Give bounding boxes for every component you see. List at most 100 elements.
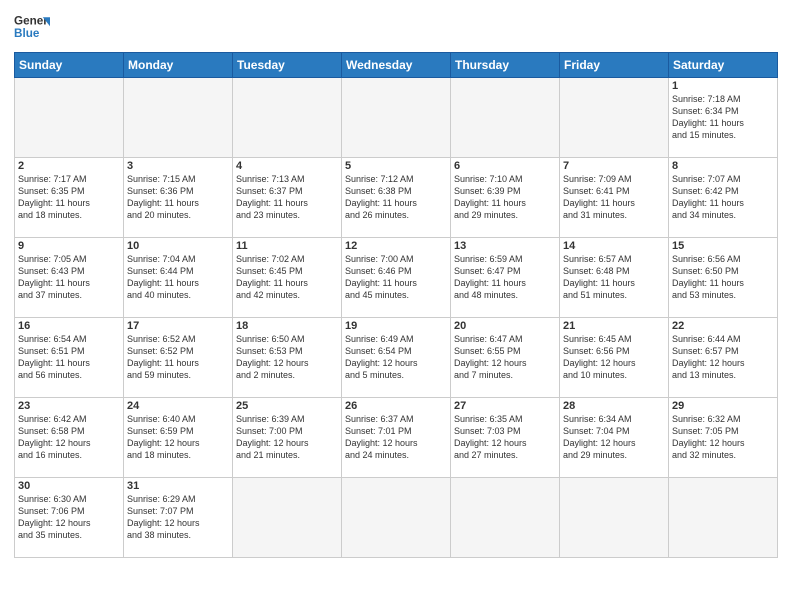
- day-info: Sunrise: 7:13 AM Sunset: 6:37 PM Dayligh…: [236, 173, 338, 222]
- day-number: 13: [454, 240, 556, 252]
- day-header-saturday: Saturday: [669, 53, 778, 78]
- svg-text:General: General: [14, 14, 50, 27]
- day-info: Sunrise: 6:40 AM Sunset: 6:59 PM Dayligh…: [127, 413, 229, 462]
- calendar-cell: [342, 478, 451, 558]
- day-number: 8: [672, 160, 774, 172]
- calendar-cell: 16Sunrise: 6:54 AM Sunset: 6:51 PM Dayli…: [15, 318, 124, 398]
- day-number: 11: [236, 240, 338, 252]
- calendar-cell: [342, 78, 451, 158]
- calendar-cell: 28Sunrise: 6:34 AM Sunset: 7:04 PM Dayli…: [560, 398, 669, 478]
- calendar-cell: 9Sunrise: 7:05 AM Sunset: 6:43 PM Daylig…: [15, 238, 124, 318]
- calendar-cell: 7Sunrise: 7:09 AM Sunset: 6:41 PM Daylig…: [560, 158, 669, 238]
- calendar-cell: 3Sunrise: 7:15 AM Sunset: 6:36 PM Daylig…: [124, 158, 233, 238]
- calendar-cell: 13Sunrise: 6:59 AM Sunset: 6:47 PM Dayli…: [451, 238, 560, 318]
- day-number: 1: [672, 80, 774, 92]
- logo: General Blue: [14, 10, 50, 46]
- day-header-sunday: Sunday: [15, 53, 124, 78]
- day-number: 29: [672, 400, 774, 412]
- day-info: Sunrise: 6:56 AM Sunset: 6:50 PM Dayligh…: [672, 253, 774, 302]
- calendar-cell: [15, 78, 124, 158]
- calendar-cell: 17Sunrise: 6:52 AM Sunset: 6:52 PM Dayli…: [124, 318, 233, 398]
- calendar-cell: [233, 78, 342, 158]
- day-info: Sunrise: 7:17 AM Sunset: 6:35 PM Dayligh…: [18, 173, 120, 222]
- day-info: Sunrise: 6:50 AM Sunset: 6:53 PM Dayligh…: [236, 333, 338, 382]
- day-info: Sunrise: 6:39 AM Sunset: 7:00 PM Dayligh…: [236, 413, 338, 462]
- calendar-header-row: SundayMondayTuesdayWednesdayThursdayFrid…: [15, 53, 778, 78]
- day-number: 2: [18, 160, 120, 172]
- day-info: Sunrise: 6:32 AM Sunset: 7:05 PM Dayligh…: [672, 413, 774, 462]
- calendar-cell: 1Sunrise: 7:18 AM Sunset: 6:34 PM Daylig…: [669, 78, 778, 158]
- day-number: 20: [454, 320, 556, 332]
- calendar-cell: 12Sunrise: 7:00 AM Sunset: 6:46 PM Dayli…: [342, 238, 451, 318]
- day-header-friday: Friday: [560, 53, 669, 78]
- calendar-cell: 6Sunrise: 7:10 AM Sunset: 6:39 PM Daylig…: [451, 158, 560, 238]
- day-info: Sunrise: 7:15 AM Sunset: 6:36 PM Dayligh…: [127, 173, 229, 222]
- day-number: 14: [563, 240, 665, 252]
- calendar-week-5: 30Sunrise: 6:30 AM Sunset: 7:06 PM Dayli…: [15, 478, 778, 558]
- calendar-week-2: 9Sunrise: 7:05 AM Sunset: 6:43 PM Daylig…: [15, 238, 778, 318]
- generalblue-logo-icon: General Blue: [14, 10, 50, 46]
- day-number: 6: [454, 160, 556, 172]
- calendar-cell: 22Sunrise: 6:44 AM Sunset: 6:57 PM Dayli…: [669, 318, 778, 398]
- day-number: 4: [236, 160, 338, 172]
- day-info: Sunrise: 6:42 AM Sunset: 6:58 PM Dayligh…: [18, 413, 120, 462]
- calendar-page: General Blue SundayMondayTuesdayWednesda…: [0, 0, 792, 612]
- day-header-thursday: Thursday: [451, 53, 560, 78]
- day-number: 23: [18, 400, 120, 412]
- calendar-cell: 14Sunrise: 6:57 AM Sunset: 6:48 PM Dayli…: [560, 238, 669, 318]
- day-info: Sunrise: 6:37 AM Sunset: 7:01 PM Dayligh…: [345, 413, 447, 462]
- day-info: Sunrise: 7:00 AM Sunset: 6:46 PM Dayligh…: [345, 253, 447, 302]
- calendar-cell: 23Sunrise: 6:42 AM Sunset: 6:58 PM Dayli…: [15, 398, 124, 478]
- day-info: Sunrise: 7:02 AM Sunset: 6:45 PM Dayligh…: [236, 253, 338, 302]
- calendar-cell: 8Sunrise: 7:07 AM Sunset: 6:42 PM Daylig…: [669, 158, 778, 238]
- calendar-week-0: 1Sunrise: 7:18 AM Sunset: 6:34 PM Daylig…: [15, 78, 778, 158]
- calendar-cell: [451, 78, 560, 158]
- day-info: Sunrise: 6:49 AM Sunset: 6:54 PM Dayligh…: [345, 333, 447, 382]
- day-info: Sunrise: 6:47 AM Sunset: 6:55 PM Dayligh…: [454, 333, 556, 382]
- day-number: 16: [18, 320, 120, 332]
- calendar-cell: 27Sunrise: 6:35 AM Sunset: 7:03 PM Dayli…: [451, 398, 560, 478]
- day-info: Sunrise: 6:45 AM Sunset: 6:56 PM Dayligh…: [563, 333, 665, 382]
- day-number: 25: [236, 400, 338, 412]
- calendar-cell: 21Sunrise: 6:45 AM Sunset: 6:56 PM Dayli…: [560, 318, 669, 398]
- day-info: Sunrise: 6:52 AM Sunset: 6:52 PM Dayligh…: [127, 333, 229, 382]
- calendar-cell: 2Sunrise: 7:17 AM Sunset: 6:35 PM Daylig…: [15, 158, 124, 238]
- day-info: Sunrise: 7:07 AM Sunset: 6:42 PM Dayligh…: [672, 173, 774, 222]
- day-number: 19: [345, 320, 447, 332]
- day-header-monday: Monday: [124, 53, 233, 78]
- day-info: Sunrise: 6:30 AM Sunset: 7:06 PM Dayligh…: [18, 493, 120, 542]
- day-info: Sunrise: 7:10 AM Sunset: 6:39 PM Dayligh…: [454, 173, 556, 222]
- day-number: 9: [18, 240, 120, 252]
- calendar-cell: 20Sunrise: 6:47 AM Sunset: 6:55 PM Dayli…: [451, 318, 560, 398]
- day-info: Sunrise: 6:34 AM Sunset: 7:04 PM Dayligh…: [563, 413, 665, 462]
- calendar-cell: 18Sunrise: 6:50 AM Sunset: 6:53 PM Dayli…: [233, 318, 342, 398]
- day-info: Sunrise: 6:35 AM Sunset: 7:03 PM Dayligh…: [454, 413, 556, 462]
- calendar-cell: 30Sunrise: 6:30 AM Sunset: 7:06 PM Dayli…: [15, 478, 124, 558]
- calendar-cell: [669, 478, 778, 558]
- calendar-table: SundayMondayTuesdayWednesdayThursdayFrid…: [14, 52, 778, 558]
- calendar-cell: [560, 478, 669, 558]
- calendar-week-1: 2Sunrise: 7:17 AM Sunset: 6:35 PM Daylig…: [15, 158, 778, 238]
- calendar-week-3: 16Sunrise: 6:54 AM Sunset: 6:51 PM Dayli…: [15, 318, 778, 398]
- day-header-tuesday: Tuesday: [233, 53, 342, 78]
- day-info: Sunrise: 7:05 AM Sunset: 6:43 PM Dayligh…: [18, 253, 120, 302]
- day-number: 7: [563, 160, 665, 172]
- day-info: Sunrise: 6:57 AM Sunset: 6:48 PM Dayligh…: [563, 253, 665, 302]
- day-number: 30: [18, 480, 120, 492]
- calendar-cell: 19Sunrise: 6:49 AM Sunset: 6:54 PM Dayli…: [342, 318, 451, 398]
- calendar-cell: 29Sunrise: 6:32 AM Sunset: 7:05 PM Dayli…: [669, 398, 778, 478]
- calendar-cell: 4Sunrise: 7:13 AM Sunset: 6:37 PM Daylig…: [233, 158, 342, 238]
- day-number: 22: [672, 320, 774, 332]
- day-number: 27: [454, 400, 556, 412]
- calendar-cell: 11Sunrise: 7:02 AM Sunset: 6:45 PM Dayli…: [233, 238, 342, 318]
- day-number: 15: [672, 240, 774, 252]
- calendar-cell: 10Sunrise: 7:04 AM Sunset: 6:44 PM Dayli…: [124, 238, 233, 318]
- day-number: 28: [563, 400, 665, 412]
- calendar-cell: 31Sunrise: 6:29 AM Sunset: 7:07 PM Dayli…: [124, 478, 233, 558]
- calendar-cell: 5Sunrise: 7:12 AM Sunset: 6:38 PM Daylig…: [342, 158, 451, 238]
- svg-text:Blue: Blue: [14, 27, 40, 40]
- day-number: 5: [345, 160, 447, 172]
- day-number: 31: [127, 480, 229, 492]
- day-info: Sunrise: 6:54 AM Sunset: 6:51 PM Dayligh…: [18, 333, 120, 382]
- day-info: Sunrise: 6:44 AM Sunset: 6:57 PM Dayligh…: [672, 333, 774, 382]
